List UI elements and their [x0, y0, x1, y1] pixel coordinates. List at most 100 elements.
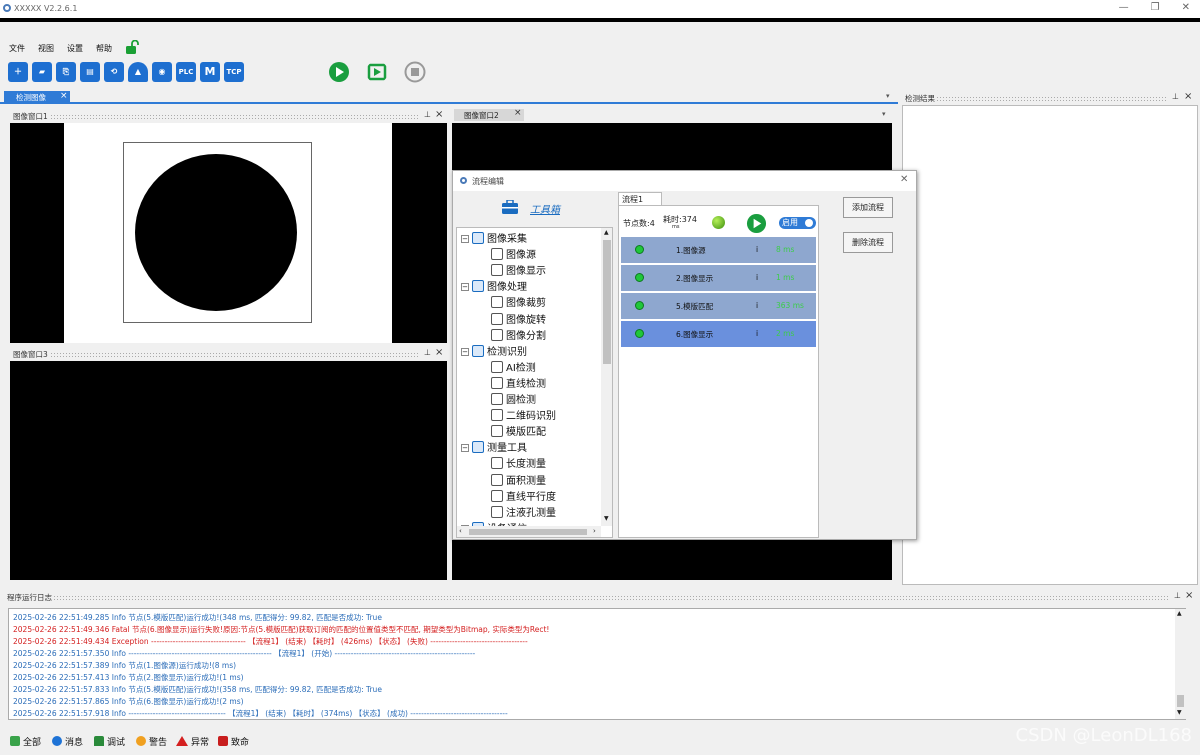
new-icon[interactable]: ＋: [8, 62, 28, 82]
camera-trigger-icon[interactable]: ▲: [128, 62, 148, 82]
close-tab-icon[interactable]: ×: [60, 91, 68, 101]
tree-tool-item[interactable]: 直线平行度: [491, 488, 556, 503]
dialog-close-icon[interactable]: ✕: [900, 174, 908, 185]
pin-icon[interactable]: ⊥: [424, 110, 431, 119]
close-button[interactable]: ✕: [1182, 2, 1190, 13]
tree-tool-item[interactable]: 图像显示: [491, 262, 546, 277]
log-line[interactable]: 2025-02-26 22:51:49.285 Info 节点(5.模版匹配)运…: [13, 612, 382, 623]
node-info-icon[interactable]: i: [756, 245, 758, 254]
close-tab-icon[interactable]: ×: [514, 108, 522, 118]
add-flow-button[interactable]: 添加流程: [843, 197, 893, 218]
scroll-down-icon[interactable]: ▼: [1177, 709, 1182, 716]
expand-toggle-icon[interactable]: −: [461, 235, 469, 243]
flow-node[interactable]: 6.图像显示 i 2 ms: [621, 321, 816, 347]
log-line[interactable]: 2025-02-26 22:51:57.833 Info 节点(5.模版匹配)运…: [13, 684, 382, 695]
tab-detect-image[interactable]: 检测图像 ×: [4, 91, 70, 104]
plc-icon[interactable]: PLC: [176, 62, 196, 82]
close-icon[interactable]: ×: [435, 109, 443, 120]
close-icon[interactable]: ×: [1185, 590, 1193, 601]
node-info-icon[interactable]: i: [756, 329, 758, 338]
filter-debug[interactable]: 调试: [94, 735, 125, 748]
menu-settings[interactable]: 设置: [67, 43, 83, 54]
log-scrollbar[interactable]: ▲ ▼: [1175, 609, 1186, 719]
flow-node[interactable]: 1.图像源 i 8 ms: [621, 237, 816, 263]
run-flow-icon[interactable]: [746, 213, 767, 234]
scroll-up-icon[interactable]: ▲: [1177, 610, 1182, 617]
node-info-icon[interactable]: i: [756, 273, 758, 282]
camera-icon[interactable]: ◉: [152, 62, 172, 82]
pin-icon[interactable]: ⊥: [424, 348, 431, 357]
delete-flow-button[interactable]: 删除流程: [843, 232, 893, 253]
image-window-3-canvas[interactable]: [10, 361, 447, 580]
log-line[interactable]: 2025-02-26 22:51:57.413 Info 节点(2.图像显示)运…: [13, 672, 244, 683]
expand-toggle-icon[interactable]: −: [461, 283, 469, 292]
tree-vscrollbar[interactable]: ▲ ▼: [601, 228, 612, 526]
pin-icon[interactable]: ⊥: [1172, 92, 1179, 101]
scroll-right-icon[interactable]: ›: [593, 527, 596, 535]
tree-category[interactable]: − 检测识别: [461, 343, 527, 358]
tab-flow-1[interactable]: 流程1: [618, 192, 662, 205]
scroll-up-icon[interactable]: ▲: [604, 229, 609, 236]
menu-view[interactable]: 视图: [38, 43, 54, 54]
node-info-icon[interactable]: i: [756, 301, 758, 310]
scroll-thumb[interactable]: [603, 240, 611, 364]
tree-category[interactable]: − 图像处理: [461, 278, 527, 293]
log-line[interactable]: 2025-02-26 22:51:49.346 Fatal 节点(6.图像显示)…: [13, 624, 549, 635]
filter-all[interactable]: 全部: [10, 735, 41, 748]
menu-file[interactable]: 文件: [9, 43, 25, 54]
maximize-button[interactable]: ❐: [1151, 2, 1160, 13]
enable-toggle[interactable]: 启用: [779, 217, 816, 229]
chevron-down-icon[interactable]: ▾: [886, 92, 890, 100]
log-line[interactable]: 2025-02-26 22:51:57.350 Info -----------…: [13, 648, 475, 659]
log-line[interactable]: 2025-02-26 22:51:57.865 Info 节点(6.图像显示)运…: [13, 696, 244, 707]
tree-tool-item[interactable]: 图像裁剪: [491, 294, 546, 309]
unlock-icon[interactable]: [125, 40, 139, 55]
run-icon[interactable]: [328, 61, 350, 83]
tree-tool-item[interactable]: AI检测: [491, 359, 536, 374]
scroll-down-icon[interactable]: ▼: [604, 515, 609, 522]
expand-toggle-icon[interactable]: −: [461, 347, 469, 356]
log-line[interactable]: 2025-02-26 22:51:57.389 Info 节点(1.图像源)运行…: [13, 660, 236, 671]
save-as-icon[interactable]: ⎘: [56, 62, 76, 82]
tree-category[interactable]: − 测量工具: [461, 439, 527, 454]
minimize-button[interactable]: —: [1119, 2, 1129, 13]
scroll-thumb[interactable]: [1177, 695, 1184, 707]
modbus-icon[interactable]: M: [200, 62, 220, 82]
image-window-1-canvas[interactable]: [10, 123, 447, 343]
tree-tool-item[interactable]: 注液孔测量: [491, 504, 556, 519]
tree-tool-item[interactable]: 圆检测: [491, 391, 536, 406]
filter-message[interactable]: 消息: [52, 735, 83, 748]
filter-exception[interactable]: 异常: [176, 735, 209, 748]
flow-node[interactable]: 5.模版匹配 i 363 ms: [621, 293, 816, 319]
menu-help[interactable]: 帮助: [96, 43, 112, 54]
tree-tool-item[interactable]: 图像源: [491, 246, 536, 261]
expand-toggle-icon[interactable]: −: [461, 444, 469, 453]
flow-node[interactable]: 2.图像显示 i 1 ms: [621, 265, 816, 291]
log-line[interactable]: 2025-02-26 22:51:57.918 Info -----------…: [13, 708, 508, 719]
tree-tool-item[interactable]: 图像旋转: [491, 311, 546, 326]
hscroll-thumb[interactable]: [469, 529, 587, 535]
tree-hscrollbar[interactable]: ‹ ›: [457, 526, 601, 537]
scroll-left-icon[interactable]: ‹: [459, 527, 462, 535]
run-loop-icon[interactable]: [366, 61, 388, 83]
filter-fatal[interactable]: 致命: [218, 735, 249, 748]
log-line[interactable]: 2025-02-26 22:51:49.434 Exception ------…: [13, 636, 528, 647]
stop-icon[interactable]: [404, 61, 426, 83]
close-icon[interactable]: ×: [435, 347, 443, 358]
filter-warning[interactable]: 警告: [136, 735, 167, 748]
chevron-down-icon[interactable]: ▾: [882, 110, 886, 118]
tree-tool-item[interactable]: 长度测量: [491, 455, 546, 470]
pin-icon[interactable]: ⊥: [1174, 591, 1181, 600]
close-icon[interactable]: ×: [1184, 91, 1192, 102]
tree-tool-item[interactable]: 面积测量: [491, 472, 546, 487]
refresh-icon[interactable]: ⟲: [104, 62, 124, 82]
save-icon[interactable]: ▤: [80, 62, 100, 82]
tree-tool-item[interactable]: 模版匹配: [491, 423, 546, 438]
tree-category[interactable]: − 图像采集: [461, 230, 527, 245]
tree-tool-item[interactable]: 图像分割: [491, 327, 546, 342]
toolbox-title[interactable]: 工具箱: [530, 201, 560, 216]
tcp-icon[interactable]: TCP: [224, 62, 244, 82]
open-folder-icon[interactable]: ▰: [32, 62, 52, 82]
tree-tool-item[interactable]: 直线检测: [491, 375, 546, 390]
tab-image-window-2[interactable]: 图像窗口2 ×: [454, 108, 524, 121]
